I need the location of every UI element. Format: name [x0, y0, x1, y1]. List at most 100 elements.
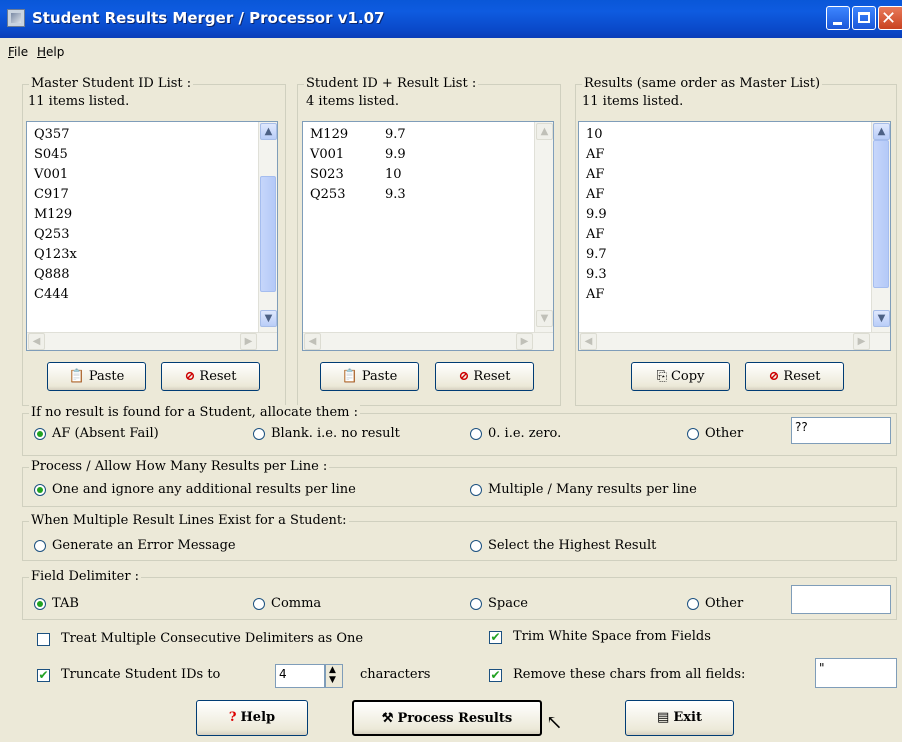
menu-help[interactable]: Help — [37, 45, 64, 59]
radio-delim-other[interactable] — [687, 598, 699, 610]
menu-file[interactable]: File — [8, 45, 28, 59]
treat-multiple-label[interactable]: Treat Multiple Consecutive Delimiters as… — [61, 631, 363, 646]
list-item[interactable]: AF — [586, 185, 607, 205]
scroll-down-arrow-icon[interactable]: ▼ — [536, 310, 553, 327]
minimize-button[interactable] — [826, 6, 850, 30]
scroll-left-arrow-icon[interactable]: ◀ — [28, 333, 45, 350]
list-item[interactable]: Q357 — [34, 125, 77, 145]
close-button[interactable]: ✕ — [878, 6, 902, 30]
truncate-label[interactable]: Truncate Student IDs to — [61, 667, 220, 682]
list-item[interactable]: C444 — [34, 285, 77, 305]
radio-one-per-line-label[interactable]: One and ignore any additional results pe… — [52, 482, 356, 497]
list-item[interactable]: C917 — [34, 185, 77, 205]
noresult-other-input[interactable]: ?? — [791, 417, 891, 444]
list-item[interactable]: Q123x — [34, 245, 77, 265]
radio-zero[interactable] — [470, 428, 482, 440]
scroll-left-arrow-icon[interactable]: ◀ — [580, 333, 597, 350]
radio-highest-result-label[interactable]: Select the Highest Result — [488, 538, 656, 553]
help-button[interactable]: ? Help — [196, 700, 308, 736]
idresult-paste-button[interactable]: 📋 Paste — [320, 362, 419, 391]
results-listbox[interactable]: 10 AF AF AF 9.9 AF 9.7 9.3 AF ▲ ▼ ◀ ▶ — [578, 121, 891, 351]
results-count: 11 items listed. — [582, 94, 684, 109]
idresult-listbox[interactable]: M129 9.7 V001 9.9 S023 10 Q253 9.3 ▲ ▼ ◀ ▶ — [302, 121, 554, 351]
spin-up-icon[interactable]: ▲ — [329, 665, 336, 675]
spin-down-icon[interactable]: ▼ — [329, 675, 336, 685]
scroll-right-arrow-icon[interactable]: ▶ — [516, 333, 533, 350]
list-item[interactable]: V001 9.9 — [310, 145, 406, 165]
radio-blank[interactable] — [253, 428, 265, 440]
scroll-up-arrow-icon[interactable]: ▲ — [536, 123, 553, 140]
scroll-down-arrow-icon[interactable]: ▼ — [260, 310, 277, 327]
trim-checkbox[interactable]: ✔ — [489, 631, 502, 644]
list-item[interactable]: M129 — [34, 205, 77, 225]
radio-highest-result[interactable] — [470, 540, 482, 552]
list-item[interactable]: AF — [586, 225, 607, 245]
scroll-up-arrow-icon[interactable]: ▲ — [260, 123, 277, 140]
scroll-up-arrow-icon[interactable]: ▲ — [873, 123, 890, 140]
truncate-spinner[interactable]: ▲ ▼ — [325, 664, 343, 688]
remove-chars-input[interactable]: " — [815, 658, 897, 688]
radio-zero-label[interactable]: 0. i.e. zero. — [488, 426, 561, 441]
results-hscroll[interactable]: ◀ ▶ — [579, 332, 890, 350]
radio-comma-label[interactable]: Comma — [271, 596, 321, 611]
list-item[interactable]: AF — [586, 145, 607, 165]
scroll-right-arrow-icon[interactable]: ▶ — [240, 333, 257, 350]
delimiter-other-input[interactable] — [791, 585, 891, 614]
list-item[interactable]: 10 — [586, 125, 607, 145]
radio-error-message[interactable] — [34, 540, 46, 552]
list-item[interactable]: S045 — [34, 145, 77, 165]
list-item[interactable]: V001 — [34, 165, 77, 185]
radio-multiple-per-line[interactable] — [470, 484, 482, 496]
results-reset-button[interactable]: ⊘ Reset — [745, 362, 844, 391]
radio-noresult-other-label[interactable]: Other — [705, 426, 743, 441]
master-vscroll[interactable]: ▲ ▼ — [258, 122, 277, 332]
radio-blank-label[interactable]: Blank. i.e. no result — [271, 426, 400, 441]
master-hscroll[interactable]: ◀ ▶ — [27, 332, 277, 350]
exit-button[interactable]: ▤ Exit — [625, 700, 734, 736]
truncate-checkbox[interactable]: ✔ — [37, 669, 50, 682]
process-results-button[interactable]: ⚒ Process Results — [352, 700, 542, 736]
master-paste-button[interactable]: 📋 Paste — [47, 362, 146, 391]
results-vscroll[interactable]: ▲ ▼ — [871, 122, 890, 332]
radio-multiple-per-line-label[interactable]: Multiple / Many results per line — [488, 482, 697, 497]
results-copy-button[interactable]: ⎘ Copy — [631, 362, 730, 391]
scroll-thumb[interactable] — [260, 176, 276, 292]
list-item[interactable]: AF — [586, 285, 607, 305]
truncate-length-input[interactable]: 4 — [275, 664, 325, 688]
radio-comma[interactable] — [253, 598, 265, 610]
radio-error-message-label[interactable]: Generate an Error Message — [52, 538, 236, 553]
idresult-hscroll[interactable]: ◀ ▶ — [303, 332, 553, 350]
idresult-reset-button[interactable]: ⊘ Reset — [435, 362, 534, 391]
radio-tab-label[interactable]: TAB — [52, 596, 79, 611]
remove-chars-label[interactable]: Remove these chars from all fields: — [513, 667, 745, 682]
idresult-vscroll[interactable]: ▲ ▼ — [534, 122, 553, 332]
scroll-down-arrow-icon[interactable]: ▼ — [873, 310, 890, 327]
trim-label[interactable]: Trim White Space from Fields — [513, 629, 711, 644]
radio-af-label[interactable]: AF (Absent Fail) — [52, 426, 159, 441]
list-item[interactable]: Q253 — [34, 225, 77, 245]
scroll-right-arrow-icon[interactable]: ▶ — [853, 333, 870, 350]
radio-one-per-line[interactable] — [34, 484, 46, 496]
treat-multiple-checkbox[interactable] — [37, 633, 50, 646]
radio-tab[interactable] — [34, 598, 46, 610]
scroll-left-arrow-icon[interactable]: ◀ — [304, 333, 321, 350]
list-item[interactable]: M129 9.7 — [310, 125, 406, 145]
maximize-button[interactable] — [852, 6, 876, 30]
app-icon[interactable] — [7, 9, 25, 27]
list-item[interactable]: S023 10 — [310, 165, 406, 185]
radio-af[interactable] — [34, 428, 46, 440]
radio-noresult-other[interactable] — [687, 428, 699, 440]
master-reset-button[interactable]: ⊘ Reset — [161, 362, 260, 391]
remove-chars-checkbox[interactable]: ✔ — [489, 669, 502, 682]
list-item[interactable]: Q888 — [34, 265, 77, 285]
radio-space-label[interactable]: Space — [488, 596, 528, 611]
list-item[interactable]: 9.7 — [586, 245, 607, 265]
list-item[interactable]: 9.3 — [586, 265, 607, 285]
master-listbox[interactable]: Q357 S045 V001 C917 M129 Q253 Q123x Q888 C444 ▲ … — [26, 121, 278, 351]
radio-delim-other-label[interactable]: Other — [705, 596, 743, 611]
scroll-thumb[interactable] — [873, 140, 889, 288]
radio-space[interactable] — [470, 598, 482, 610]
list-item[interactable]: 9.9 — [586, 205, 607, 225]
list-item[interactable]: AF — [586, 165, 607, 185]
list-item[interactable]: Q253 9.3 — [310, 185, 406, 205]
